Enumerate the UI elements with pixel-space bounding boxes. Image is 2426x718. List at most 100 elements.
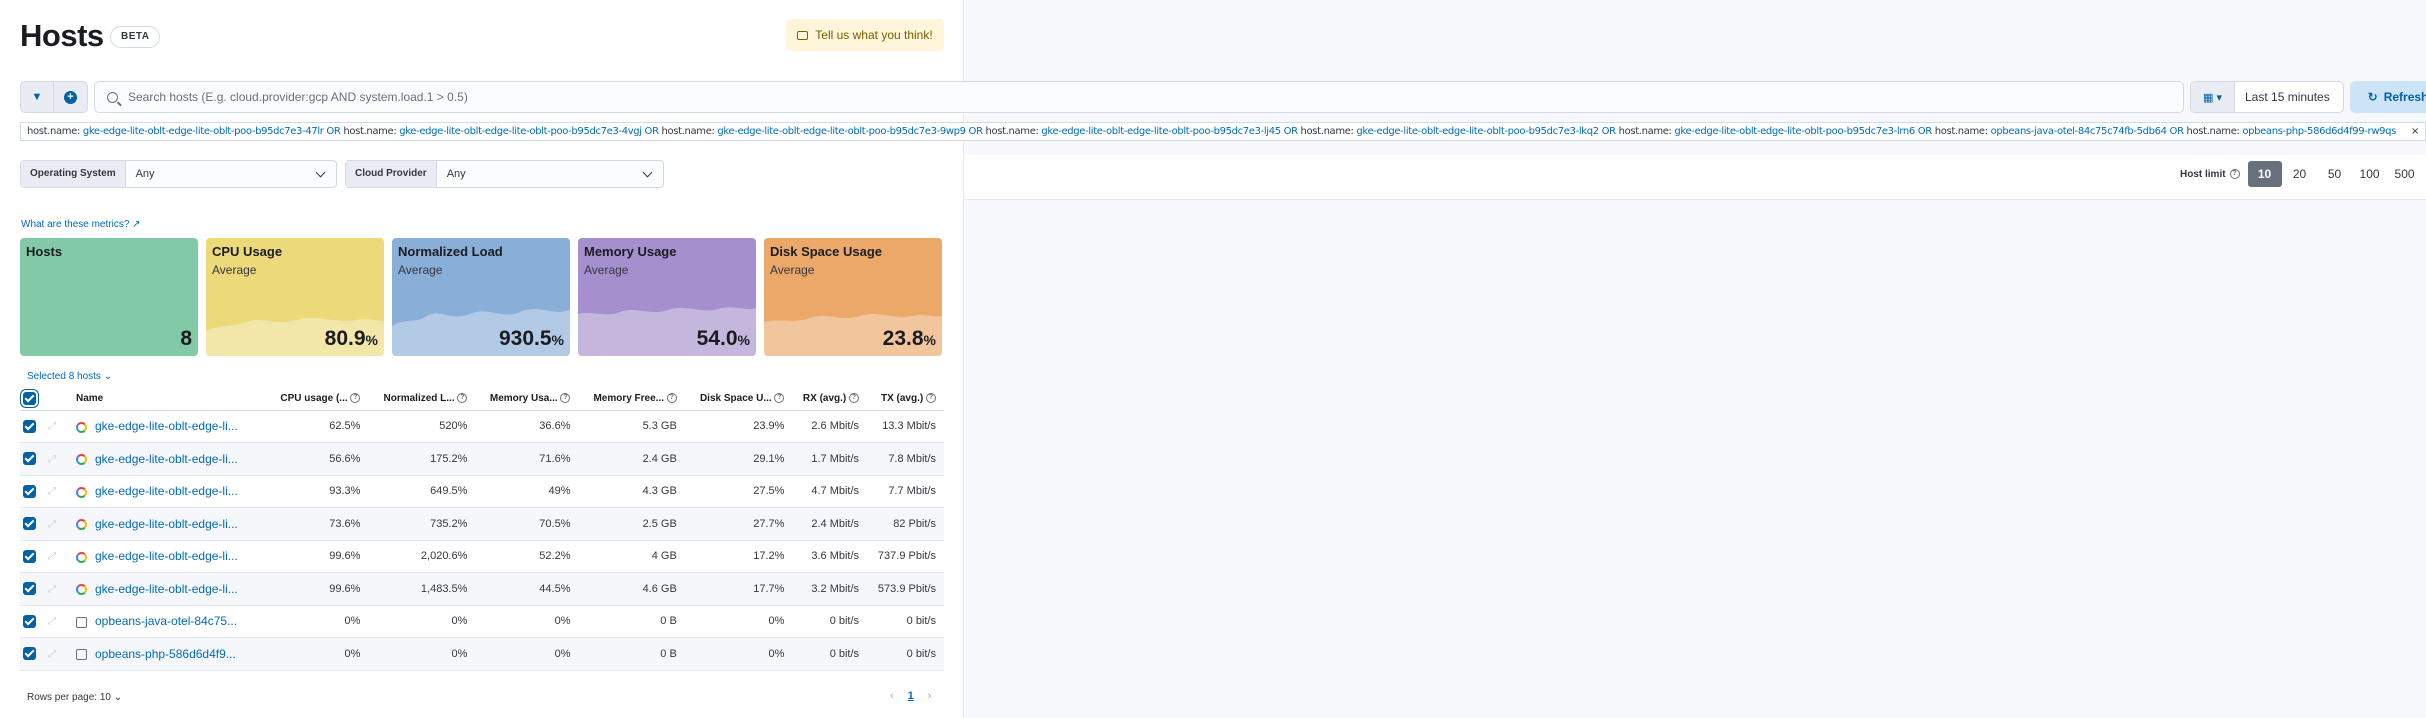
close-icon[interactable]: × — [2411, 123, 2419, 140]
column-header[interactable]: Memory Usa... ? — [475, 387, 579, 411]
metrics-help-link[interactable]: What are these metrics? ↗ — [21, 219, 141, 230]
info-icon[interactable]: ? — [666, 393, 677, 404]
info-icon[interactable]: ? — [774, 393, 785, 404]
host-limit-option[interactable]: 20 — [2283, 161, 2317, 187]
os-select[interactable]: Operating System Any — [20, 160, 337, 188]
host-limit-option[interactable]: 100 — [2353, 161, 2387, 187]
column-header[interactable]: CPU usage (... ? — [266, 387, 369, 411]
expand-icon[interactable]: ⤢ — [48, 421, 58, 432]
host-name-link[interactable]: gke-edge-lite-oblt-edge-li... — [95, 517, 238, 531]
row-checkbox[interactable] — [23, 614, 36, 628]
column-header[interactable]: RX (avg.) ? — [792, 387, 868, 411]
cell-disk: 27.5% — [684, 475, 793, 508]
query-or: OR — [1917, 126, 1932, 137]
refresh-button[interactable]: ↻ Refresh — [2350, 81, 2426, 113]
host-name-link[interactable]: gke-edge-lite-oblt-edge-li... — [95, 419, 238, 433]
selected-hosts-menu[interactable]: Selected 8 hosts ⌄ — [27, 371, 112, 382]
info-icon[interactable]: ? — [457, 393, 468, 404]
query-or: OR — [1601, 126, 1616, 137]
cell-cpu: 62.5% — [266, 410, 369, 443]
tile-subtitle: Average — [212, 263, 257, 277]
expand-icon[interactable]: ⤢ — [48, 649, 58, 660]
cell-tx: 13.3 Mbit/s — [867, 410, 944, 443]
cell-tx: 0 bit/s — [867, 637, 944, 671]
select-all-checkbox[interactable] — [23, 391, 36, 405]
host-name-link[interactable]: gke-edge-lite-oblt-edge-li... — [95, 582, 238, 596]
host-name-link[interactable]: opbeans-php-586d6d4f9... — [95, 647, 236, 661]
table-row[interactable]: ⤢ opbeans-java-otel-84c75... 0% 0% 0% 0 B 0% 0 … — [20, 605, 944, 638]
cloud-provider-select[interactable]: Cloud Provider Any — [345, 160, 664, 188]
table-row[interactable]: ⤢ gke-edge-lite-oblt-edge-li... 93.3% 649.5… — [20, 475, 944, 508]
hosts-table: Name CPU usage (... ? Normalized L... ? Mem… — [20, 387, 944, 671]
page-link[interactable]: 1 — [908, 690, 914, 702]
info-icon[interactable]: ? — [350, 393, 361, 404]
os-select-label: Operating System — [21, 161, 126, 187]
cell-load: 1,483.5% — [368, 572, 476, 606]
table-row[interactable]: ⤢ gke-edge-lite-oblt-edge-li... 56.6% 175.2… — [20, 442, 944, 476]
expand-icon[interactable]: ⤢ — [48, 486, 58, 497]
search-input[interactable]: Search hosts (E.g. cloud.provider:gcp AN… — [94, 81, 2184, 113]
row-checkbox[interactable] — [23, 647, 36, 661]
info-icon[interactable]: ? — [849, 393, 860, 404]
gcp-cloud-icon — [76, 454, 87, 466]
expand-icon[interactable]: ⤢ — [48, 519, 58, 530]
query-filter-pill[interactable]: host.name: gke-edge-lite-oblt-edge-lite-… — [20, 122, 2426, 141]
row-checkbox[interactable] — [23, 517, 36, 531]
host-name-link[interactable]: gke-edge-lite-oblt-edge-li... — [95, 484, 238, 498]
table-row[interactable]: ⤢ gke-edge-lite-oblt-edge-li... 73.6% 735.2… — [20, 507, 944, 541]
column-header[interactable]: Disk Space U... ? — [684, 387, 793, 411]
table-row[interactable]: ⤢ gke-edge-lite-oblt-edge-li... 99.6% 2,020… — [20, 540, 944, 573]
query-value: gke-edge-lite-oblt-edge-lite-oblt-poo-b9… — [1356, 126, 1599, 137]
pagination: ‹ 1 › — [890, 690, 931, 702]
expand-icon[interactable]: ⤢ — [48, 454, 58, 465]
rows-per-page-select[interactable]: Rows per page: 10 ⌄ — [27, 692, 122, 703]
add-filter-button[interactable]: + — [54, 81, 88, 113]
prev-page-icon[interactable]: ‹ — [890, 690, 894, 702]
table-row[interactable]: ⤢ opbeans-php-586d6d4f9... 0% 0% 0% 0 B 0% 0 bi… — [20, 637, 944, 671]
host-name-link[interactable]: gke-edge-lite-oblt-edge-li... — [95, 549, 238, 563]
cell-cpu: 56.6% — [266, 442, 369, 476]
query-value: gke-edge-lite-oblt-edge-lite-oblt-poo-b9… — [399, 126, 642, 137]
query-terms: host.name: gke-edge-lite-oblt-edge-lite-… — [27, 126, 2396, 137]
row-checkbox[interactable] — [23, 419, 36, 433]
query-key: host.name: — [27, 126, 80, 137]
tile-title: Hosts — [26, 244, 63, 259]
date-picker[interactable]: ▦ ▾ Last 15 minutes — [2190, 81, 2344, 113]
column-header[interactable]: Normalized L... ? — [368, 387, 476, 411]
cell-free: 4 GB — [578, 540, 685, 573]
next-page-icon[interactable]: › — [928, 690, 932, 702]
host-limit-option[interactable]: 500 — [2388, 161, 2422, 187]
column-header-name[interactable]: Name — [76, 387, 266, 411]
host-limit-option[interactable]: 10 — [2247, 161, 2282, 187]
host-limit-option[interactable]: 50 — [2318, 161, 2352, 187]
expand-icon[interactable]: ⤢ — [48, 551, 58, 562]
feedback-label: Tell us what you think! — [815, 28, 933, 42]
row-checkbox[interactable] — [23, 549, 36, 563]
info-icon[interactable]: ? — [926, 393, 936, 404]
cell-load: 520% — [368, 410, 476, 443]
info-icon[interactable]: ? — [2229, 169, 2240, 179]
row-checkbox[interactable] — [23, 582, 36, 596]
cell-cpu: 0% — [266, 637, 369, 671]
query-key: host.name: — [2186, 126, 2240, 137]
host-name-link[interactable]: gke-edge-lite-oblt-edge-li... — [95, 452, 238, 466]
expand-icon[interactable]: ⤢ — [48, 584, 58, 595]
filter-menu-button[interactable]: ▼ — [20, 81, 54, 113]
table-body: ⤢ gke-edge-lite-oblt-edge-li... 62.5% 520% 3… — [20, 410, 944, 671]
expand-icon[interactable]: ⤢ — [48, 616, 58, 627]
calendar-icon[interactable]: ▦ ▾ — [2191, 82, 2235, 112]
query-or: OR — [644, 126, 659, 137]
column-header[interactable]: Memory Free... ? — [578, 387, 685, 411]
feedback-button[interactable]: Tell us what you think! — [786, 19, 944, 51]
column-header[interactable]: TX (avg.) ? — [867, 387, 944, 411]
host-name-link[interactable]: opbeans-java-otel-84c75... — [95, 614, 237, 628]
table-row[interactable]: ⤢ gke-edge-lite-oblt-edge-li... 99.6% 1,483… — [20, 572, 944, 606]
cell-mem: 0% — [475, 605, 579, 638]
cell-mem: 70.5% — [475, 507, 579, 541]
row-checkbox[interactable] — [23, 484, 36, 498]
tile-subtitle: Average — [398, 263, 443, 277]
table-row[interactable]: ⤢ gke-edge-lite-oblt-edge-li... 62.5% 520% 3… — [20, 410, 944, 443]
row-checkbox[interactable] — [23, 452, 36, 466]
tile-value: 23.8% — [882, 327, 936, 350]
info-icon[interactable]: ? — [560, 393, 571, 404]
